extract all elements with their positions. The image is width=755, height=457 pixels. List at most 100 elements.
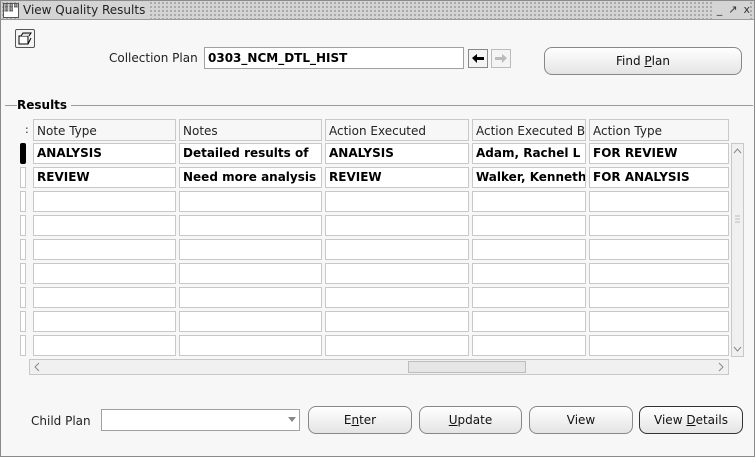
view-details-label-key: D [686,413,696,427]
table-cell[interactable] [179,239,322,260]
table-cell[interactable] [325,239,469,260]
column-header[interactable]: Action Executed B [472,119,586,141]
table-cell[interactable]: Detailed results of [179,143,322,164]
scroll-down-icon[interactable] [732,344,743,354]
table-cell[interactable] [33,335,176,356]
table-cell[interactable] [325,311,469,332]
enter-label-post: ter [359,413,377,427]
update-label-post: pdate [457,413,493,427]
arrow-right-icon [495,54,507,63]
table-cell[interactable]: Need more analysis [179,167,322,188]
table-cell[interactable] [589,311,729,332]
scroll-left-icon[interactable] [32,361,42,373]
table-cell[interactable] [589,263,729,284]
row-selector-header: : [25,123,29,136]
table-cell[interactable] [33,311,176,332]
table-cell[interactable]: Walker, Kenneth [472,167,586,188]
dropdown-arrow-icon[interactable] [288,417,296,422]
table-cell[interactable] [325,191,469,212]
scroll-right-icon[interactable] [716,361,726,373]
collection-plan-field[interactable]: 0303_NCM_DTL_HIST [204,47,464,69]
find-plan-label-key: P [644,54,652,68]
enter-button[interactable]: Enter [308,406,412,434]
next-button[interactable] [491,49,511,68]
view-label: View [566,413,596,427]
find-plan-button[interactable]: Find Plan [544,47,742,75]
find-plan-label-post: lan [651,54,670,68]
row-indicator[interactable] [20,335,26,356]
table-cell[interactable] [589,335,729,356]
column-header[interactable]: Note Type [33,119,176,141]
view-details-label-post: etails [695,413,728,427]
table-cell[interactable]: FOR REVIEW [589,143,729,164]
table-cell[interactable] [589,191,729,212]
folder-icon [18,32,32,45]
horizontal-scrollbar[interactable] [29,359,729,375]
table-cell[interactable] [589,239,729,260]
table-cell[interactable] [472,263,586,284]
app-icon: ▦▦▦ ▦▦ [3,3,19,18]
table-cell[interactable] [472,287,586,308]
table-cell[interactable] [472,311,586,332]
view-details-button[interactable]: View Details [639,406,743,434]
scroll-grip-icon [735,215,740,223]
child-plan-select[interactable] [101,409,300,431]
table-cell[interactable] [33,263,176,284]
table-cell[interactable] [33,287,176,308]
results-divider [5,105,753,106]
table-cell[interactable] [325,335,469,356]
table-cell[interactable] [325,287,469,308]
results-label: Results [17,98,72,112]
table-cell[interactable] [179,191,322,212]
table-cell[interactable] [589,215,729,236]
table-cell[interactable] [472,335,586,356]
table-cell[interactable]: REVIEW [33,167,176,188]
column-header[interactable]: Action Executed [325,119,469,141]
table-cell[interactable] [472,215,586,236]
table-cell[interactable] [33,191,176,212]
table-cell[interactable] [33,239,176,260]
column-header[interactable]: Notes [179,119,322,141]
folder-tool-button[interactable] [15,29,35,48]
table-cell[interactable] [179,215,322,236]
table-cell[interactable] [33,215,176,236]
row-indicator[interactable] [20,143,26,164]
table-cell[interactable]: FOR ANALYSIS [589,167,729,188]
view-quality-results-window: ▦▦▦ ▦▦ View Quality Results _ ↗ x Collect… [0,0,755,457]
table-cell[interactable] [179,335,322,356]
table-cell[interactable]: REVIEW [325,167,469,188]
table-cell[interactable] [179,263,322,284]
row-indicator[interactable] [20,215,26,236]
table-cell[interactable]: Adam, Rachel L [472,143,586,164]
row-indicator[interactable] [20,287,26,308]
arrow-left-icon [472,54,484,63]
table-cell[interactable] [472,239,586,260]
row-indicator[interactable] [20,311,26,332]
table-cell[interactable] [179,311,322,332]
table-cell[interactable]: ANALYSIS [325,143,469,164]
row-indicator[interactable] [20,167,26,188]
table-cell[interactable] [472,191,586,212]
view-button[interactable]: View [529,406,633,434]
table-cell[interactable] [325,263,469,284]
update-button[interactable]: Update [419,406,522,434]
close-icon[interactable]: x [743,1,750,19]
minimize-icon[interactable]: _ [717,1,723,19]
horizontal-scroll-thumb[interactable] [408,361,526,373]
find-plan-label-pre: Find [616,54,645,68]
child-plan-label: Child Plan [31,414,91,428]
title-bar[interactable]: ▦▦▦ ▦▦ View Quality Results _ ↗ x [1,1,754,20]
table-cell[interactable] [325,215,469,236]
table-cell[interactable] [589,287,729,308]
column-header[interactable]: Action Type [589,119,729,141]
row-indicator[interactable] [20,239,26,260]
scroll-up-icon[interactable] [732,146,743,156]
maximize-icon[interactable]: ↗ [728,1,737,19]
table-cell[interactable]: ANALYSIS [33,143,176,164]
vertical-scrollbar[interactable] [731,143,744,357]
row-indicator[interactable] [20,263,26,284]
previous-button[interactable] [468,49,488,68]
collection-plan-label: Collection Plan [109,51,198,65]
row-indicator[interactable] [20,191,26,212]
table-cell[interactable] [179,287,322,308]
